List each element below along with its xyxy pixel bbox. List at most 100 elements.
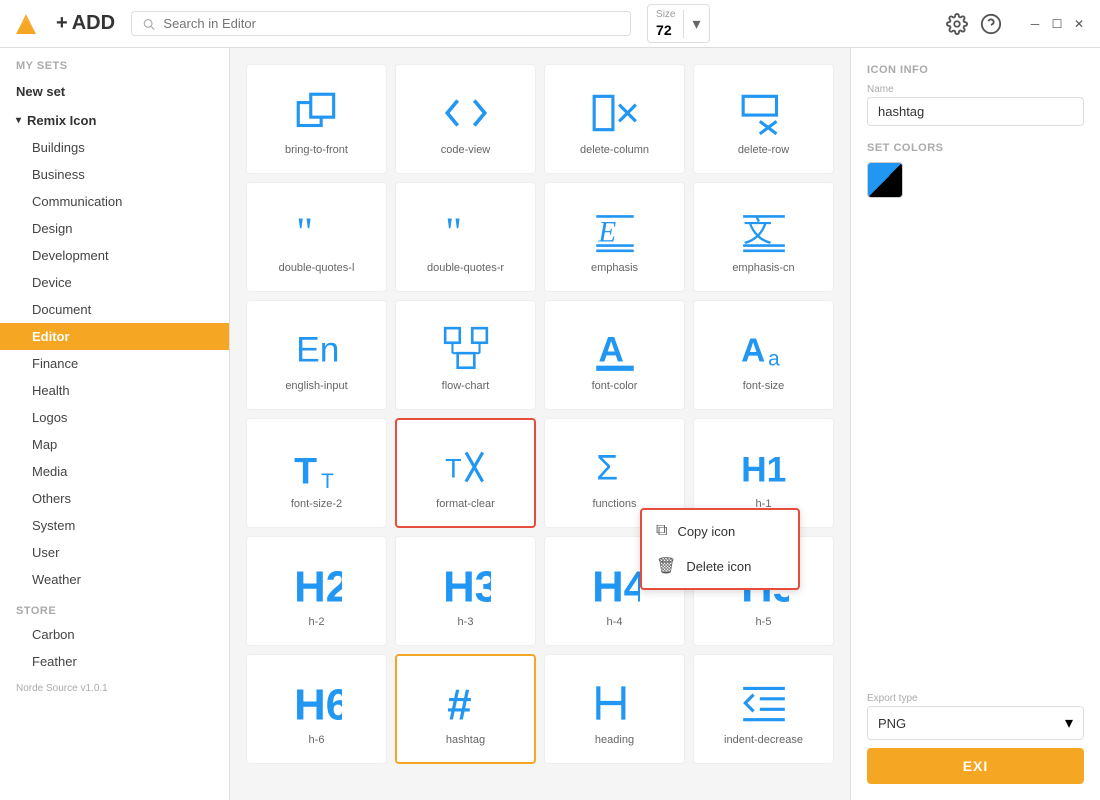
svg-text:H3: H3 [443, 563, 491, 610]
h-2-icon: H2 [292, 560, 342, 610]
icon-cell-flow-chart[interactable]: flow-chart [395, 300, 536, 410]
h-2-label: h-2 [309, 616, 325, 628]
search-input[interactable] [163, 16, 620, 31]
add-button[interactable]: + ADD [56, 12, 115, 35]
help-icon[interactable] [980, 13, 1002, 35]
font-size-icon: A a [739, 324, 789, 374]
color-swatch[interactable] [867, 162, 903, 198]
size-dropdown-button[interactable]: ▾ [683, 10, 708, 38]
svg-text:": " [296, 210, 313, 256]
export-dropdown-icon: ▾ [1065, 713, 1073, 733]
svg-text:H2: H2 [294, 563, 342, 610]
svg-text:A: A [598, 330, 624, 370]
right-panel: ICON INFO Name SET COLORS Export type PN… [850, 48, 1100, 800]
sidebar-item-finance[interactable]: Finance [0, 350, 229, 377]
delete-column-label: delete-column [580, 144, 649, 156]
hashtag-icon: # [441, 678, 491, 728]
logos-label: Logos [32, 410, 67, 425]
sidebar-item-logos[interactable]: Logos [0, 404, 229, 431]
sidebar-item-buildings[interactable]: Buildings [0, 134, 229, 161]
icon-cell-bring-to-front[interactable]: bring-to-front [246, 64, 387, 174]
sidebar-item-editor[interactable]: Editor [0, 323, 229, 350]
sidebar-item-user[interactable]: User [0, 539, 229, 566]
sidebar-item-feather[interactable]: Feather [0, 648, 229, 675]
sidebar-item-map[interactable]: Map [0, 431, 229, 458]
sidebar-item-weather[interactable]: Weather [0, 566, 229, 593]
svg-text:T: T [294, 450, 317, 492]
sidebar-item-others[interactable]: Others [0, 485, 229, 512]
export-type-select[interactable]: PNG ▾ [867, 706, 1084, 740]
sidebar-item-business[interactable]: Business [0, 161, 229, 188]
sidebar-item-device[interactable]: Device [0, 269, 229, 296]
icon-cell-double-quotes-r[interactable]: " double-quotes-r [395, 182, 536, 292]
size-value: 72 [648, 20, 683, 40]
icon-cell-font-color[interactable]: A font-color [544, 300, 685, 410]
functions-label: functions [592, 498, 636, 510]
topbar: + ADD Size 72 ▾ ─ ☐ ✕ [0, 0, 1100, 48]
copy-icon-menu-item[interactable]: ⧉ Copy icon [642, 514, 798, 548]
h-4-label: h-4 [607, 616, 623, 628]
double-quotes-r-label: double-quotes-r [427, 262, 504, 274]
indent-decrease-label: indent-decrease [724, 734, 803, 746]
export-button[interactable]: EXI [867, 748, 1084, 784]
icon-name-input[interactable] [867, 97, 1084, 126]
icon-cell-delete-column[interactable]: delete-column [544, 64, 685, 174]
icon-cell-h-6[interactable]: H6 h-6 [246, 654, 387, 764]
sidebar-item-media[interactable]: Media [0, 458, 229, 485]
icon-cell-hashtag[interactable]: # hashtag [395, 654, 536, 764]
development-label: Development [32, 248, 109, 263]
flow-chart-label: flow-chart [442, 380, 490, 392]
icon-cell-delete-row[interactable]: delete-row [693, 64, 834, 174]
app-logo [12, 10, 40, 38]
minimize-button[interactable]: ─ [1026, 15, 1044, 33]
sidebar-item-carbon[interactable]: Carbon [0, 621, 229, 648]
sidebar-item-development[interactable]: Development [0, 242, 229, 269]
icon-cell-font-size[interactable]: A a font-size [693, 300, 834, 410]
sidebar-item-system[interactable]: System [0, 512, 229, 539]
icon-cell-heading[interactable]: heading [544, 654, 685, 764]
english-input-label: english-input [285, 380, 347, 392]
sidebar: MY SETS New set ▾ Remix Icon Buildings B… [0, 48, 230, 800]
size-control: Size 72 ▾ [647, 4, 709, 43]
icon-cell-double-quotes-l[interactable]: " double-quotes-l [246, 182, 387, 292]
double-quotes-l-label: double-quotes-l [279, 262, 355, 274]
health-label: Health [32, 383, 70, 398]
sidebar-item-document[interactable]: Document [0, 296, 229, 323]
icon-cell-h-3[interactable]: H3 h-3 [395, 536, 536, 646]
sidebar-item-health[interactable]: Health [0, 377, 229, 404]
heading-label: heading [595, 734, 634, 746]
icon-cell-emphasis[interactable]: E emphasis [544, 182, 685, 292]
svg-text:#: # [447, 681, 471, 728]
sidebar-item-design[interactable]: Design [0, 215, 229, 242]
store-label: STORE [0, 593, 229, 621]
communication-label: Communication [32, 194, 122, 209]
sidebar-item-remix-icon[interactable]: ▾ Remix Icon [0, 107, 229, 134]
icon-cell-format-clear[interactable]: T format-clear [395, 418, 536, 528]
h-5-label: h-5 [756, 616, 772, 628]
search-icon [142, 17, 155, 31]
maximize-button[interactable]: ☐ [1048, 15, 1066, 33]
sidebar-item-communication[interactable]: Communication [0, 188, 229, 215]
close-button[interactable]: ✕ [1070, 15, 1088, 33]
delete-icon-menu-item[interactable]: 🗑 Delete icon [642, 548, 798, 584]
emphasis-cn-icon: 文 [739, 206, 789, 256]
set-colors-label: SET COLORS [867, 142, 1084, 154]
settings-icon[interactable] [946, 13, 968, 35]
english-input-icon: En [292, 324, 342, 374]
business-label: Business [32, 167, 85, 182]
set-colors-section: SET COLORS [867, 142, 1084, 198]
sidebar-item-new-set[interactable]: New set [0, 76, 229, 107]
heading-icon [590, 678, 640, 728]
emphasis-label: emphasis [591, 262, 638, 274]
icon-cell-emphasis-cn[interactable]: 文 emphasis-cn [693, 182, 834, 292]
icon-cell-code-view[interactable]: code-view [395, 64, 536, 174]
design-label: Design [32, 221, 72, 236]
icon-cell-h-2[interactable]: H2 h-2 [246, 536, 387, 646]
code-view-label: code-view [441, 144, 491, 156]
delete-icon-label: Delete icon [686, 559, 751, 574]
icon-cell-indent-decrease[interactable]: indent-decrease [693, 654, 834, 764]
export-section: Export type PNG ▾ EXI [867, 693, 1084, 784]
icon-cell-english-input[interactable]: En english-input [246, 300, 387, 410]
svg-text:": " [445, 210, 462, 256]
icon-cell-font-size-2[interactable]: T T font-size-2 [246, 418, 387, 528]
